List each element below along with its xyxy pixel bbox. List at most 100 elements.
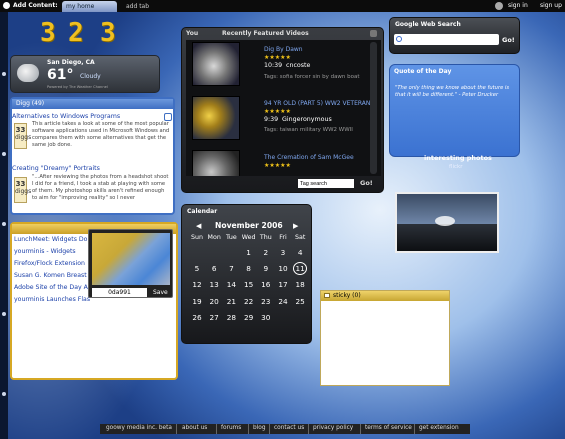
video-author[interactable]: Gingeronymous xyxy=(282,116,332,123)
list-item[interactable]: yourminis Launches Flas xyxy=(14,296,90,303)
list-item[interactable]: Susan G. Komen Breast xyxy=(14,272,87,279)
search-input[interactable] xyxy=(394,34,499,45)
next-month-button[interactable]: ▶ xyxy=(293,222,298,230)
digg-header[interactable]: Digg (49) xyxy=(12,99,173,109)
list-item[interactable]: Adobe Site of the Day A xyxy=(14,284,88,291)
video-duration: 10:39 xyxy=(264,62,283,69)
digg-story-title[interactable]: Creating "Dreamy" Portraits xyxy=(12,165,100,172)
tab-my-home[interactable]: my home xyxy=(62,1,117,12)
digg-story-title[interactable]: Alternatives to Windows Programs xyxy=(12,113,120,120)
photo-ground xyxy=(397,224,497,251)
google-title: Google Web Search xyxy=(395,21,461,28)
footer-link[interactable]: privacy policy xyxy=(313,425,353,431)
footer-divider xyxy=(216,424,217,434)
calendar-day[interactable]: 10 xyxy=(276,264,290,273)
photo-popup[interactable]: 0da991 Save xyxy=(88,229,173,298)
footer-link[interactable]: forums xyxy=(221,425,241,431)
digg-widget: Digg (49) Alternatives to Windows Progra… xyxy=(10,97,175,215)
sign-up-link[interactable]: sign up xyxy=(540,2,562,9)
video-rating: ★★★★★ xyxy=(264,54,291,61)
digg-title: Digg (49) xyxy=(16,100,45,107)
go-button[interactable]: Go! xyxy=(360,179,373,187)
calendar-day[interactable]: 4 xyxy=(293,248,307,257)
footer-link[interactable]: blog xyxy=(253,425,266,431)
calendar-day[interactable]: 19 xyxy=(190,297,204,306)
rail-dot-icon[interactable] xyxy=(2,392,6,396)
video-title[interactable]: 94 YR OLD (PART 5) WW2 VETERAN xyxy=(264,100,370,107)
calendar-day[interactable]: 30 xyxy=(259,313,273,322)
calendar-day[interactable]: 13 xyxy=(207,280,221,289)
calendar-day[interactable]: 8 xyxy=(242,264,256,273)
calendar-day[interactable]: 15 xyxy=(242,280,256,289)
calendar-day[interactable]: 14 xyxy=(224,280,238,289)
video-author[interactable]: cncoste xyxy=(286,62,310,69)
list-item[interactable]: Firefox/Flock Extension xyxy=(14,260,85,267)
calendar-day[interactable]: 17 xyxy=(276,280,290,289)
videos-title: Recently Featured Videos xyxy=(222,30,309,37)
prev-month-button[interactable]: ◀ xyxy=(196,222,201,230)
calendar-day-today[interactable]: 11 xyxy=(293,262,308,276)
tag-search-input[interactable] xyxy=(298,179,354,188)
scrollbar[interactable] xyxy=(370,42,377,174)
sticky-header[interactable]: sticky (0) xyxy=(321,291,449,301)
video-tags[interactable]: Tags: taiwan military WW2 WWII xyxy=(264,127,353,133)
calendar-day[interactable]: 3 xyxy=(276,248,290,257)
video-thumbnail[interactable] xyxy=(192,96,240,140)
calendar-day[interactable]: 2 xyxy=(259,248,273,257)
digg-count-badge[interactable]: 33 diggs xyxy=(14,177,31,203)
footer-link[interactable]: get extension xyxy=(419,425,459,431)
calendar-day[interactable]: 20 xyxy=(207,297,221,306)
photos-source[interactable]: flickr xyxy=(449,164,462,170)
footer-link[interactable]: terms of service xyxy=(365,425,412,431)
add-icon[interactable] xyxy=(3,2,10,9)
calendar-day[interactable]: 22 xyxy=(242,297,256,306)
tab-add[interactable]: add tab xyxy=(122,1,162,12)
calendar-day[interactable]: 26 xyxy=(190,313,204,322)
scroll-up-icon[interactable] xyxy=(164,113,172,121)
rail-dot-icon[interactable] xyxy=(2,222,6,226)
rail-dot-icon[interactable] xyxy=(2,312,6,316)
flickr-photo[interactable] xyxy=(395,192,499,253)
calendar-day[interactable]: 25 xyxy=(293,297,307,306)
calendar-day[interactable]: 6 xyxy=(207,264,221,273)
save-button[interactable]: Save xyxy=(153,289,168,296)
video-duration: 9:39 xyxy=(264,116,279,123)
video-thumbnail[interactable] xyxy=(192,42,240,86)
footer-link[interactable]: contact us xyxy=(274,425,304,431)
calendar-day[interactable]: 28 xyxy=(224,313,238,322)
calendar-day[interactable]: 29 xyxy=(242,313,256,322)
go-button[interactable]: Go! xyxy=(502,36,515,44)
calendar-day[interactable]: 9 xyxy=(259,264,273,273)
sign-in-link[interactable]: sign in xyxy=(508,2,528,9)
weather-widget[interactable]: San Diego, CA 61° Cloudy Powered by The … xyxy=(10,55,160,93)
video-tags[interactable]: Tags: sofia forcer sin by dawn boat xyxy=(264,74,360,80)
digg-count-badge[interactable]: 33 diggs xyxy=(14,123,31,149)
calendar-day[interactable]: 5 xyxy=(190,264,204,273)
globe-icon[interactable] xyxy=(495,2,503,10)
close-icon[interactable] xyxy=(370,30,377,37)
rail-dot-icon[interactable] xyxy=(2,72,6,76)
rail-dot-icon[interactable] xyxy=(2,152,6,156)
calendar-day[interactable]: 23 xyxy=(259,297,273,306)
list-item[interactable]: yourminis - Widgets xyxy=(14,248,76,255)
video-rating: ★★★★★ xyxy=(264,162,291,169)
video-thumbnail[interactable] xyxy=(192,150,240,176)
footer-link[interactable]: about us xyxy=(182,425,207,431)
calendar-day[interactable]: 24 xyxy=(276,297,290,306)
list-item[interactable]: LunchMeet: Widgets Don xyxy=(14,236,91,243)
calendar-day[interactable]: 21 xyxy=(224,297,238,306)
add-content-label[interactable]: Add Content: xyxy=(13,2,58,9)
footer-link[interactable]: goowy media inc. beta xyxy=(106,425,172,431)
calendar-day[interactable]: 1 xyxy=(242,248,256,257)
weekday-label: Mon xyxy=(207,234,221,241)
calendar-day[interactable]: 12 xyxy=(190,280,204,289)
calendar-day[interactable]: 16 xyxy=(259,280,273,289)
sticky-note-widget: sticky (0) xyxy=(320,290,450,386)
calendar-day[interactable]: 18 xyxy=(293,280,307,289)
color-value-field[interactable]: 0da991 xyxy=(92,288,147,297)
calendar-day[interactable]: 7 xyxy=(224,264,238,273)
video-title[interactable]: The Cremation of Sam McGee xyxy=(264,154,354,161)
video-title[interactable]: Dig By Dawn xyxy=(264,46,303,53)
calendar-day[interactable]: 27 xyxy=(207,313,221,322)
calendar-title: Calendar xyxy=(187,208,218,215)
